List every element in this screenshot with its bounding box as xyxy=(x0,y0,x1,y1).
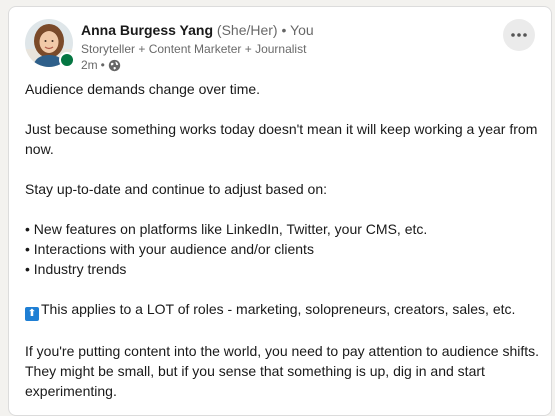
post-paragraph: If you're putting content into the world… xyxy=(25,343,540,399)
bullet-list: • New features on platforms like LinkedI… xyxy=(25,219,541,279)
meta-separator: • xyxy=(100,58,105,72)
post-paragraph: Audience demands change over time. xyxy=(25,81,261,97)
post-paragraph: Just because something works today doesn… xyxy=(25,121,538,157)
up-arrow-button-emoji: ⬆ xyxy=(25,307,39,321)
ellipsis-icon xyxy=(511,33,527,37)
post-body: Audience demands change over time. Just … xyxy=(25,79,541,415)
author-headline: Storyteller + Content Marketer + Journal… xyxy=(81,42,307,56)
post-meta: 2m • xyxy=(81,57,121,73)
connection-degree: You xyxy=(290,22,314,38)
post-paragraph: Stay up-to-date and continue to adjust b… xyxy=(25,181,327,197)
bullet-item: • Interactions with your audience and/or… xyxy=(25,241,314,257)
author-separator: • xyxy=(281,22,287,38)
post-time: 2m xyxy=(81,58,98,72)
author-name[interactable]: Anna Burgess Yang xyxy=(81,22,213,38)
emoji-paragraph-text: This applies to a LOT of roles - marketi… xyxy=(41,301,516,317)
globe-icon xyxy=(108,59,121,71)
author-line: Anna Burgess Yang (She/Her) • You xyxy=(81,21,314,39)
bullet-item: • Industry trends xyxy=(25,261,127,277)
more-options-button[interactable] xyxy=(503,19,535,51)
online-status-indicator xyxy=(59,52,75,68)
post-card: Anna Burgess Yang (She/Her) • You Storyt… xyxy=(8,6,552,416)
author-pronouns: (She/Her) xyxy=(216,22,278,38)
emoji-paragraph: ⬆ This applies to a LOT of roles - market… xyxy=(25,299,541,321)
bullet-item: • New features on platforms like LinkedI… xyxy=(25,221,428,237)
author-avatar[interactable] xyxy=(25,19,75,68)
